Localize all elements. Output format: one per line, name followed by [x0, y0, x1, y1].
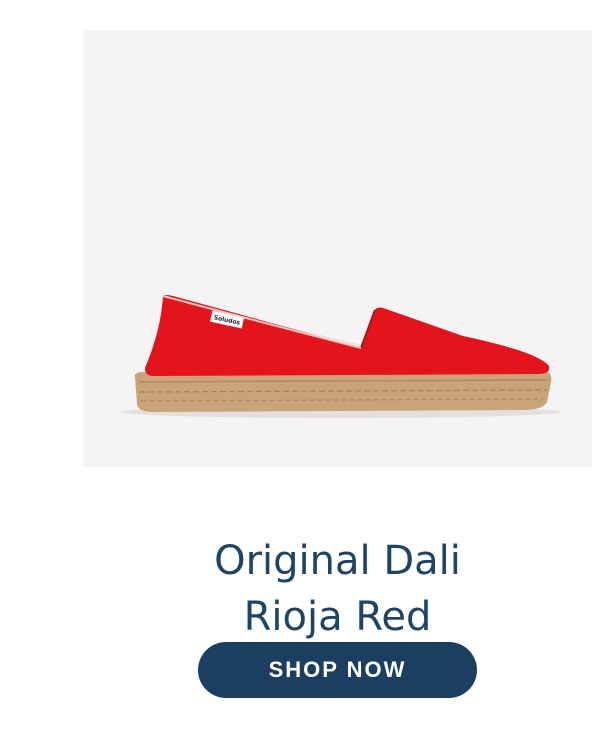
shop-now-button[interactable]: SHOP NOW [198, 642, 477, 698]
product-title[interactable]: Original Dali Rioja Red [83, 533, 592, 645]
product-image[interactable]: Soludos [83, 30, 592, 467]
product-title-line1: Original Dali [214, 538, 461, 585]
product-card: Soludos Original Dali Rioja Red SHOP NOW [0, 0, 600, 735]
product-title-line2: Rioja Red [243, 594, 432, 641]
espadrille-shoe-illustration: Soludos [121, 295, 561, 418]
